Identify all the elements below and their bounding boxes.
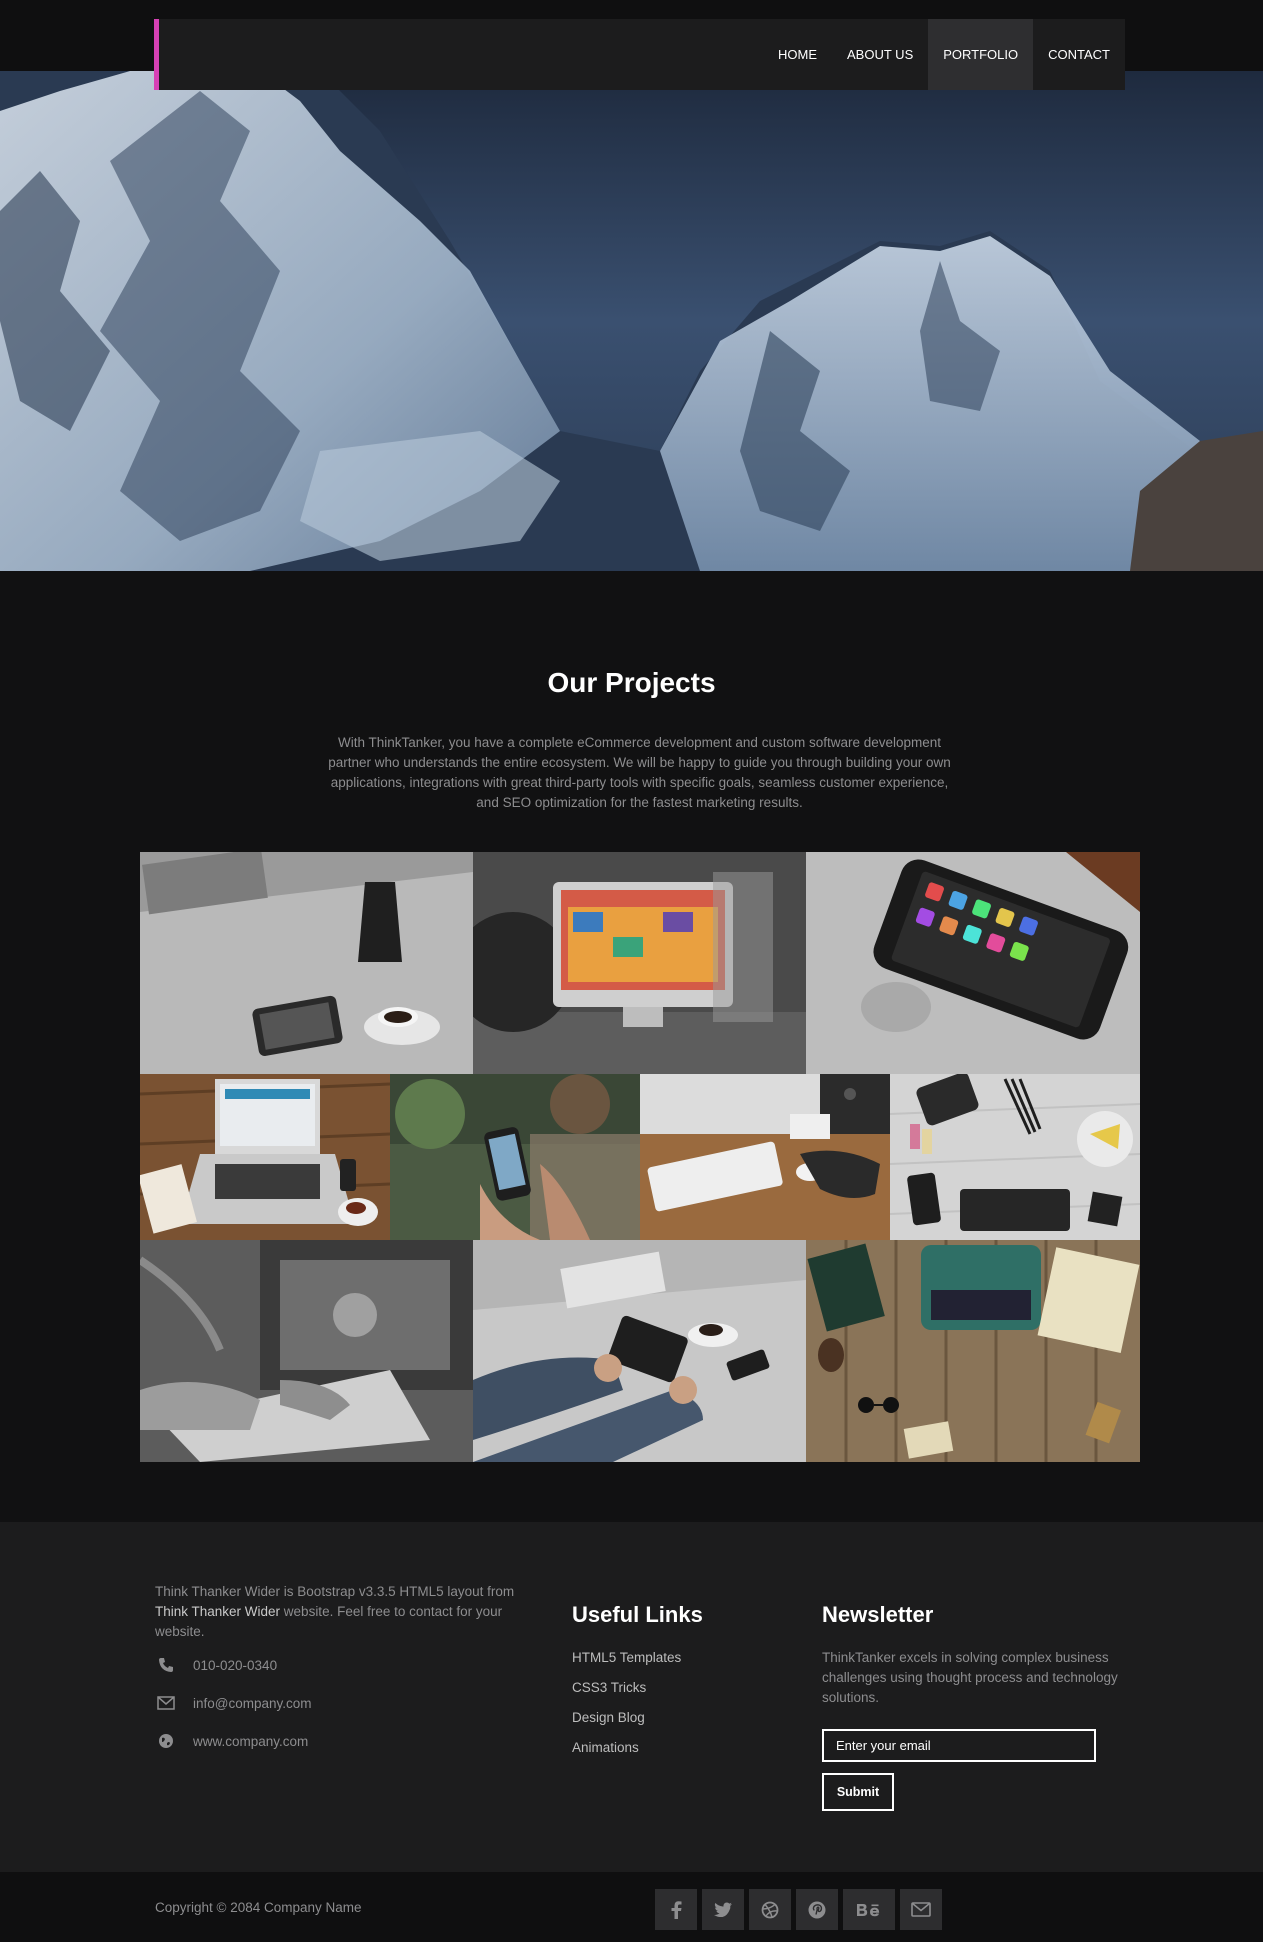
useful-links-list: HTML5 Templates CSS3 Tricks Design Blog … bbox=[572, 1648, 681, 1768]
twitter-icon[interactable] bbox=[702, 1889, 744, 1930]
contact-website: www.company.com bbox=[155, 1732, 308, 1750]
newsletter-email-input[interactable] bbox=[822, 1729, 1096, 1762]
nav-home[interactable]: HOME bbox=[763, 19, 832, 90]
phone-number: 010-020-0340 bbox=[193, 1657, 278, 1673]
portfolio-item-9[interactable] bbox=[473, 1240, 806, 1462]
laptop-wood-desk-image bbox=[140, 1074, 390, 1240]
link-html5-templates[interactable]: HTML5 Templates bbox=[572, 1648, 681, 1678]
newsletter-heading: Newsletter bbox=[822, 1602, 934, 1627]
flatlay-accessories-image bbox=[890, 1074, 1140, 1240]
imac-keyboard-mouse-image bbox=[640, 1074, 890, 1240]
portfolio-item-3[interactable] bbox=[806, 852, 1140, 1074]
copyright-text: Copyright © 2084 Company Name bbox=[155, 1900, 362, 1915]
dribbble-icon[interactable] bbox=[749, 1889, 791, 1930]
globe-icon bbox=[155, 1732, 177, 1750]
imac-workspace-image bbox=[473, 852, 806, 1074]
footer-about-text: Think Thanker Wider is Bootstrap v3.3.5 … bbox=[155, 1582, 535, 1642]
facebook-icon[interactable] bbox=[655, 1889, 697, 1930]
portfolio-item-4[interactable] bbox=[140, 1074, 390, 1240]
contact-email: info@company.com bbox=[155, 1694, 312, 1712]
portfolio-grid bbox=[140, 852, 1140, 1462]
projects-title: Our Projects bbox=[547, 667, 716, 698]
envelope-icon bbox=[155, 1694, 177, 1712]
envelope-icon[interactable] bbox=[900, 1889, 942, 1930]
tablet-in-hands-image bbox=[473, 1240, 806, 1462]
nav-portfolio[interactable]: PORTFOLIO bbox=[928, 19, 1034, 90]
phone-in-hands-image bbox=[390, 1074, 640, 1240]
typewriter-wood-desk-image bbox=[806, 1240, 1140, 1462]
newsletter-submit-button[interactable]: Submit bbox=[822, 1773, 894, 1811]
portfolio-item-2[interactable] bbox=[473, 852, 806, 1074]
portfolio-item-7[interactable] bbox=[890, 1074, 1140, 1240]
nav-contact[interactable]: CONTACT bbox=[1033, 19, 1125, 90]
portfolio-item-8[interactable] bbox=[140, 1240, 473, 1462]
useful-links-heading: Useful Links bbox=[572, 1602, 703, 1627]
pinterest-icon[interactable] bbox=[796, 1889, 838, 1930]
portfolio-item-5[interactable] bbox=[390, 1074, 640, 1240]
website-url[interactable]: www.company.com bbox=[193, 1734, 308, 1749]
newsletter-description: ThinkTanker excels in solving complex bu… bbox=[822, 1650, 1118, 1705]
contact-phone: 010-020-0340 bbox=[155, 1656, 277, 1674]
main-nav: HOME ABOUT US PORTFOLIO CONTACT bbox=[763, 19, 1125, 90]
iphone-on-macbook-image bbox=[806, 852, 1140, 1074]
hero-mountain-image bbox=[0, 71, 1263, 571]
link-animations[interactable]: Animations bbox=[572, 1738, 681, 1768]
about-prefix: Think Thanker Wider is Bootstrap v3.3.5 … bbox=[155, 1584, 515, 1599]
nav-about-us[interactable]: ABOUT US bbox=[832, 19, 928, 90]
keyboard-typing-bw-image bbox=[140, 1240, 473, 1462]
portfolio-item-1[interactable] bbox=[140, 852, 473, 1074]
portfolio-item-6[interactable] bbox=[640, 1074, 890, 1240]
link-css3-tricks[interactable]: CSS3 Tricks bbox=[572, 1678, 681, 1708]
social-links bbox=[655, 1889, 947, 1930]
navbar: HOME ABOUT US PORTFOLIO CONTACT bbox=[154, 19, 1125, 90]
about-highlight-link[interactable]: Think Thanker Wider bbox=[155, 1604, 280, 1619]
email-address[interactable]: info@company.com bbox=[193, 1696, 312, 1711]
phone-icon bbox=[155, 1656, 177, 1674]
behance-icon[interactable] bbox=[843, 1889, 895, 1930]
tablet-coffee-desk-image bbox=[140, 852, 473, 1074]
link-design-blog[interactable]: Design Blog bbox=[572, 1708, 681, 1738]
hero-banner bbox=[0, 71, 1263, 571]
portfolio-item-10[interactable] bbox=[806, 1240, 1140, 1462]
projects-description: With ThinkTanker, you have a complete eC… bbox=[328, 735, 951, 810]
